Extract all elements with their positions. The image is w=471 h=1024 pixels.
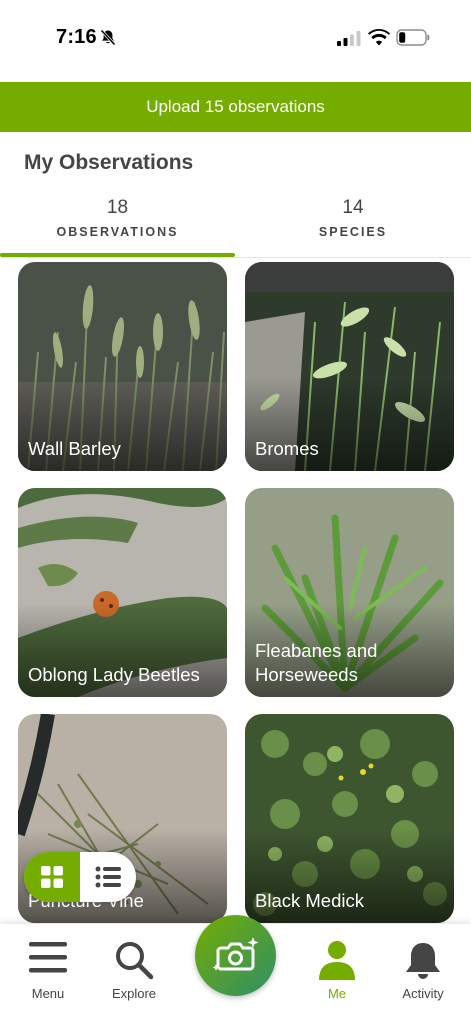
person-icon xyxy=(319,941,355,980)
view-toggle xyxy=(24,852,136,902)
observation-name: Oblong Lady Beetles xyxy=(28,664,200,685)
nav-explore-label: Explore xyxy=(111,986,157,1001)
nav-menu-label: Menu xyxy=(31,986,65,1001)
nav-activity[interactable]: Activity xyxy=(383,924,463,1024)
observations-count: 18 xyxy=(106,197,129,218)
nav-me[interactable]: Me xyxy=(297,924,377,1024)
wifi-icon xyxy=(368,29,390,46)
battery-low-icon xyxy=(396,29,430,46)
nav-me-label: Me xyxy=(327,986,347,1001)
status-time: 7:16 xyxy=(56,26,97,48)
nav-activity-label: Activity xyxy=(402,986,444,1001)
add-observation-camera-button[interactable] xyxy=(195,915,276,996)
tab-observations[interactable]: 18 OBSERVATIONS xyxy=(0,196,235,258)
observation-card[interactable]: Black Medick xyxy=(245,714,454,923)
upload-banner-label: Upload 15 observations xyxy=(146,97,325,116)
page-title: My Observations xyxy=(24,151,194,174)
tab-species[interactable]: 14 SPECIES xyxy=(235,196,471,258)
bell-icon xyxy=(406,943,440,979)
observation-name: Black Medick xyxy=(255,890,364,911)
nav-explore[interactable]: Explore xyxy=(94,924,174,1024)
nav-menu[interactable]: Menu xyxy=(8,924,88,1024)
observation-grid: Wall Barley Bromes Oblong Lady Beetles F… xyxy=(18,262,454,924)
observation-card[interactable]: Bromes xyxy=(245,262,454,471)
observation-name: Fleabanes and Horseweeds xyxy=(255,640,378,685)
camera-sparkle-icon xyxy=(212,937,259,971)
upload-observations-banner[interactable]: Upload 15 observations xyxy=(0,82,471,132)
species-tab-label: SPECIES xyxy=(318,225,388,239)
species-count: 14 xyxy=(342,197,364,218)
observation-card[interactable]: Oblong Lady Beetles xyxy=(18,488,227,697)
bell-slash-icon xyxy=(100,29,116,46)
cellular-signal-icon xyxy=(337,31,361,46)
hamburger-menu-icon xyxy=(29,942,67,973)
observations-tab-label: OBSERVATIONS xyxy=(56,225,179,239)
observation-name: Bromes xyxy=(255,438,319,459)
tab-divider xyxy=(0,257,471,258)
list-view-button[interactable] xyxy=(80,852,136,902)
status-bar: 7:16 xyxy=(0,0,471,80)
search-icon xyxy=(116,942,154,980)
observation-card[interactable]: Wall Barley xyxy=(18,262,227,471)
grid-icon xyxy=(41,866,63,888)
observation-name: Wall Barley xyxy=(28,438,121,459)
observation-card[interactable]: Fleabanes and Horseweeds xyxy=(245,488,454,697)
grid-view-button[interactable] xyxy=(24,852,80,902)
list-icon xyxy=(95,866,121,888)
